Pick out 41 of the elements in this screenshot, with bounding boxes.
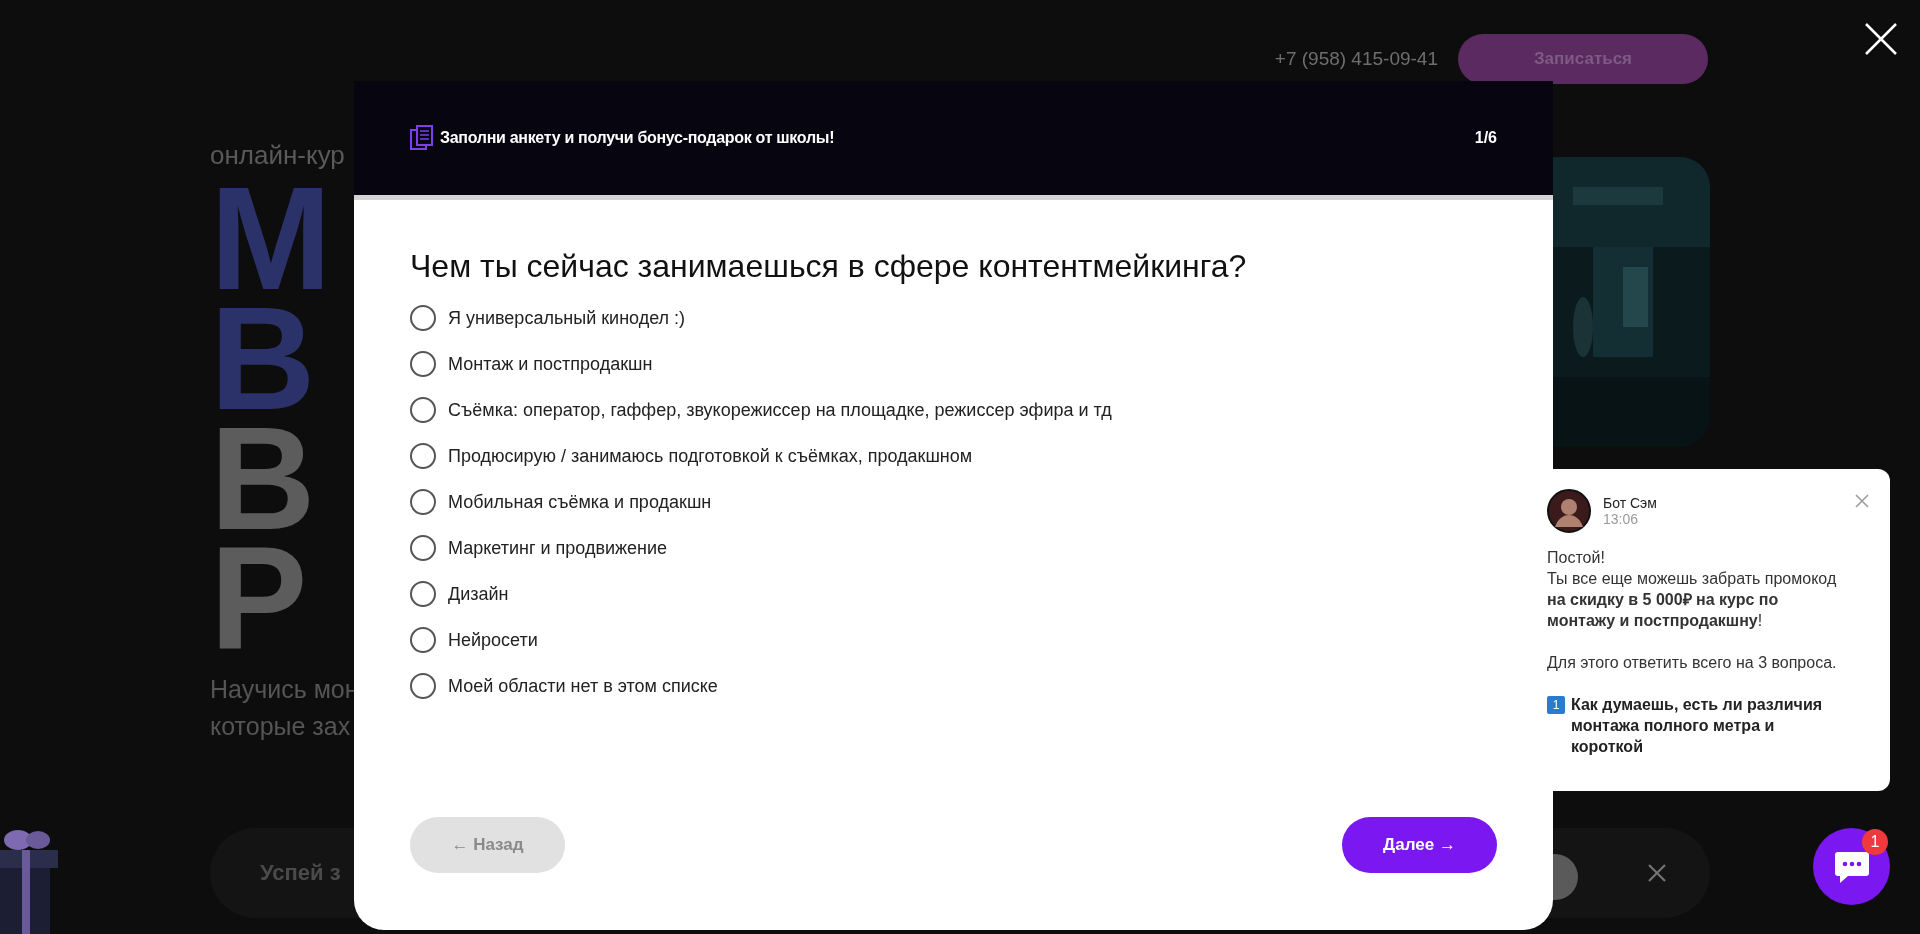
question-text: Чем ты сейчас занимаешься в сфере контентмейкинга?	[410, 248, 1248, 285]
option-label[interactable]: Мобильная съёмка и продакшн	[448, 491, 712, 513]
option-label[interactable]: Моей области нет в этом списке	[448, 675, 718, 697]
message-question: Как думаешь, есть ли различия монтажа полного метра и короткой	[1571, 695, 1824, 757]
option-label[interactable]: Нейросети	[448, 629, 538, 651]
radio-button[interactable]	[410, 305, 436, 331]
radio-button[interactable]	[410, 627, 436, 653]
radio-button[interactable]	[410, 535, 436, 561]
hero-title-line: В	[210, 299, 312, 419]
option-label[interactable]: Монтаж и постпродакшн	[448, 353, 653, 375]
hero-eyebrow: онлайн-кур	[210, 140, 345, 171]
radio-button[interactable]	[410, 397, 436, 423]
promo-action-button[interactable]	[1553, 854, 1578, 900]
step-counter: 1/6	[1474, 129, 1497, 147]
hero-title-line: М	[210, 179, 328, 299]
message-text: Постой!	[1547, 548, 1606, 568]
next-button[interactable]: Далее →	[1342, 817, 1497, 873]
hero-subtitle-line: которые зах	[210, 712, 352, 741]
option-label[interactable]: Продюсирую / занимаюсь подготовкой к съёмках, продакшном	[448, 445, 973, 467]
radio-button[interactable]	[410, 443, 436, 469]
option-label[interactable]: Маркетинг и продвижение	[448, 537, 668, 559]
message-text: Ты все еще можешь забрать промокод на скидку в 5 000₽ на курс по монтажу и постпродакшну!	[1547, 569, 1838, 631]
option-label[interactable]: Я универсальный кинодел :)	[448, 307, 686, 329]
number-badge: 1	[1547, 696, 1565, 714]
chat-icon	[1833, 849, 1870, 884]
document-icon	[410, 125, 434, 151]
option-label[interactable]: Дизайн	[448, 583, 509, 605]
survey-title: Заполни анкету и получи бонус-подарок от школы!	[440, 129, 836, 147]
sender-name: Бот Сэм	[1603, 495, 1658, 511]
radio-button[interactable]	[410, 489, 436, 515]
radio-button[interactable]	[410, 351, 436, 377]
radio-button[interactable]	[410, 673, 436, 699]
hero-title-line: В	[210, 419, 313, 539]
message-time: 13:06	[1603, 511, 1640, 527]
hero-title-line: P	[210, 539, 304, 659]
option-label[interactable]: Съёмка: оператор, гаффер, звукорежиссер на площадке, режиссер эфира и тд	[448, 399, 1112, 421]
message-text: Для этого ответить всего на 3 вопроса.	[1547, 653, 1838, 673]
avatar-icon	[1547, 489, 1591, 533]
radio-button[interactable]	[410, 581, 436, 607]
notification-badge: 1	[1862, 829, 1888, 855]
phone-number[interactable]: +7 (958) 415-09-41	[1274, 48, 1438, 70]
